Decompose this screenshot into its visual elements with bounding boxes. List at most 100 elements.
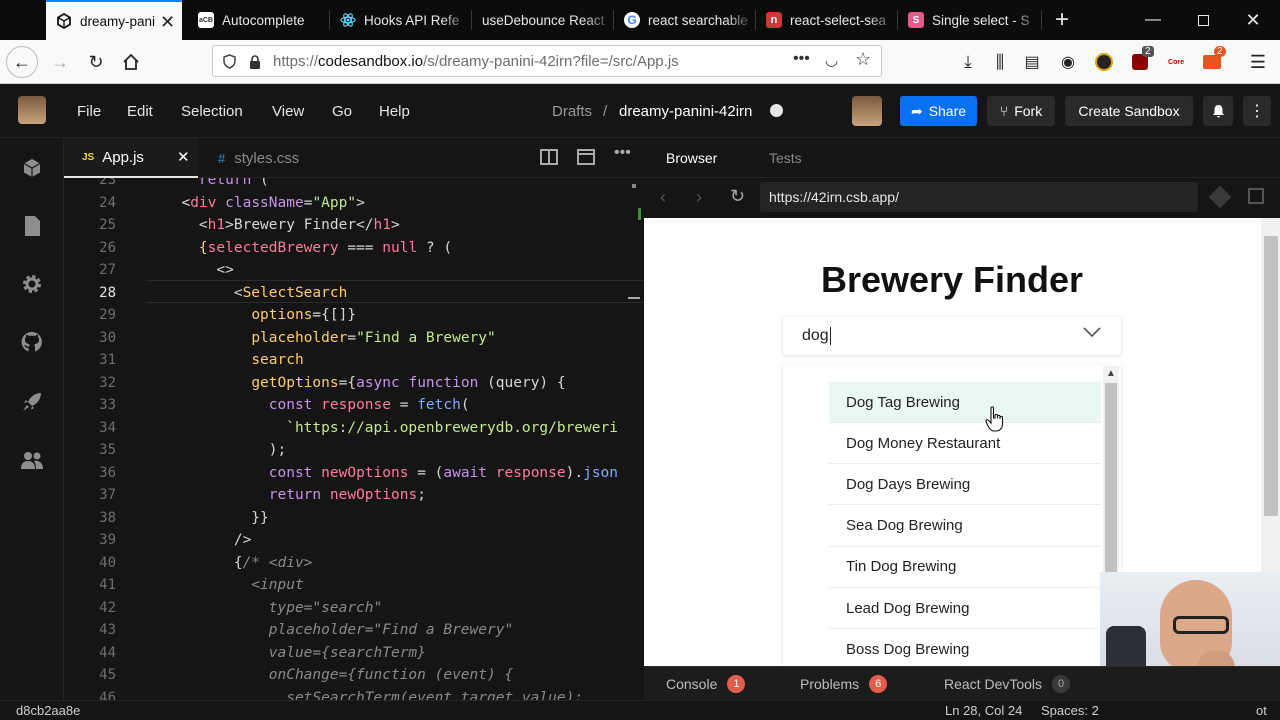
line-number: 37: [99, 487, 116, 503]
diff-marker: [638, 208, 641, 220]
code-line-41: <input: [164, 577, 304, 593]
menu-view[interactable]: View: [272, 84, 304, 138]
ublock-icon[interactable]: 2: [1124, 46, 1156, 78]
brewery-search-input[interactable]: dog: [783, 317, 1121, 355]
users-icon[interactable]: [16, 444, 48, 476]
account-icon[interactable]: ◉: [1052, 46, 1084, 78]
line-number: 28: [99, 284, 116, 301]
brewery-option[interactable]: Tin Dog Brewing: [829, 547, 1101, 588]
more-actions-icon[interactable]: •••: [614, 144, 631, 162]
menu-help[interactable]: Help: [379, 84, 410, 138]
maximize-icon[interactable]: [1180, 0, 1226, 40]
scroll-thumb[interactable]: [1105, 383, 1117, 596]
menu-go[interactable]: Go: [332, 84, 352, 138]
shield-icon[interactable]: [221, 53, 237, 69]
share-button[interactable]: ➦ Share: [900, 96, 977, 126]
minimize-icon[interactable]: —: [1130, 0, 1176, 40]
preview-address-bar[interactable]: https://42irn.csb.app/: [760, 182, 1198, 212]
tab-tests[interactable]: Tests: [769, 138, 802, 178]
codesandbox-devtools-icon[interactable]: [1208, 185, 1232, 209]
brewery-option[interactable]: Dog Money Restaurant: [829, 423, 1101, 465]
code-line-23: return (: [198, 178, 269, 188]
download-icon[interactable]: ⤓: [952, 46, 984, 78]
notification-bell-icon[interactable]: [1203, 96, 1233, 126]
menu-file[interactable]: File: [77, 84, 101, 138]
open-new-window-icon[interactable]: [1248, 188, 1264, 204]
text-cursor: [829, 327, 831, 345]
split-editor-icon[interactable]: [540, 149, 558, 165]
home-icon[interactable]: [115, 46, 147, 78]
sandbox-name[interactable]: dreamy-panini-42irn: [619, 84, 752, 138]
indentation[interactable]: Spaces: 2: [1041, 703, 1099, 718]
browser-tab-usedebounce[interactable]: useDebounce React: [472, 0, 614, 40]
code-line-30: placeholder="Find a Brewery": [251, 329, 496, 346]
brewery-option[interactable]: Sea Dog Brewing: [829, 506, 1101, 547]
problems-tab[interactable]: Problems 6: [800, 667, 888, 701]
github-icon[interactable]: [16, 326, 48, 358]
breadcrumb-drafts[interactable]: Drafts: [552, 84, 592, 138]
core-ext-icon[interactable]: Core: [1160, 46, 1192, 78]
file-icon[interactable]: [16, 210, 48, 242]
owner-avatar[interactable]: [852, 96, 882, 126]
pocket-icon[interactable]: ◡: [825, 51, 838, 69]
bookmark-star-icon[interactable]: ☆: [855, 49, 871, 70]
close-tab-icon[interactable]: ✕: [160, 12, 175, 33]
console-tab[interactable]: Console 1: [666, 667, 746, 701]
cube-icon[interactable]: [16, 152, 48, 184]
browser-tab-single-select[interactable]: S Single select - S: [898, 0, 1042, 40]
more-options-icon[interactable]: ⋮: [1243, 96, 1271, 126]
menu-selection[interactable]: Selection: [181, 84, 243, 138]
brewery-option[interactable]: Dog Days Brewing: [829, 464, 1101, 506]
cursor-position[interactable]: Ln 28, Col 24: [945, 703, 1022, 718]
more-icon[interactable]: •••: [793, 50, 810, 68]
preview-back-icon[interactable]: ‹: [660, 187, 666, 208]
fork-button[interactable]: ⑂ Fork: [987, 96, 1055, 126]
close-window-icon[interactable]: ✕: [1230, 0, 1276, 40]
code-line-38: }}: [164, 509, 269, 526]
new-tab-icon[interactable]: +: [1039, 0, 1085, 40]
gear-icon[interactable]: [16, 268, 48, 300]
code-editor[interactable]: 23 24 25 26 27 28 29 30 31 32 33 34 35 36 37 38 39 40 41 42…: [64, 178, 644, 700]
browser-tab-hooks[interactable]: Hooks API Refe: [330, 0, 472, 40]
line-number: 34: [99, 419, 116, 436]
brewery-option[interactable]: Lead Dog Brewing: [829, 588, 1101, 629]
create-sandbox-button[interactable]: Create Sandbox: [1065, 96, 1193, 126]
browser-tab-autocomplete[interactable]: aCB Autocomplete: [188, 0, 330, 40]
brewery-option[interactable]: Boss Dog Brewing: [829, 629, 1101, 666]
reload-icon[interactable]: ↻: [80, 46, 112, 78]
preview-icon[interactable]: [577, 149, 595, 165]
scroll-up-icon[interactable]: ▲: [1106, 368, 1116, 379]
brewery-option[interactable]: Dog Tag Brewing: [829, 382, 1101, 423]
line-number: 46: [99, 689, 116, 701]
menu-edit[interactable]: Edit: [127, 84, 153, 138]
menu-icon[interactable]: ☰: [1242, 46, 1274, 78]
line-number: 31: [99, 352, 116, 368]
user-avatar[interactable]: [18, 96, 46, 124]
forward-icon[interactable]: →: [44, 46, 76, 78]
browser-tab-strip: dreamy-pani ✕ aCB Autocomplete Hooks API…: [0, 0, 1280, 40]
code-line-37: return newOptions;: [268, 487, 426, 503]
preview-scroll-thumb[interactable]: [1264, 236, 1278, 516]
url-bar[interactable]: https://codesandbox.io/s/dreamy-panini-4…: [212, 45, 882, 77]
ext-badge: 2: [1214, 46, 1226, 57]
back-icon[interactable]: ←: [6, 46, 38, 78]
extension-icon[interactable]: [1088, 46, 1120, 78]
tab-browser[interactable]: Browser: [666, 138, 717, 178]
close-tab-icon[interactable]: ✕: [177, 148, 190, 166]
rocket-icon[interactable]: [16, 386, 48, 418]
js-file-icon: JS: [82, 151, 95, 163]
browser-tab-google[interactable]: G react searchable: [614, 0, 756, 40]
react-devtools-tab[interactable]: React DevTools 0: [944, 667, 1071, 701]
preview-reload-icon[interactable]: ↻: [730, 186, 745, 207]
tab-app-js[interactable]: JS App.js ✕: [64, 138, 198, 178]
fork-icon: ⑂: [999, 103, 1009, 119]
sidebar-icon[interactable]: ▤: [1016, 46, 1048, 78]
chevron-down-icon[interactable]: [1083, 325, 1101, 343]
library-icon[interactable]: ⫼: [984, 46, 1016, 78]
mail-ext-icon[interactable]: 2: [1196, 46, 1228, 78]
browser-tab-codesandbox[interactable]: dreamy-pani ✕: [46, 0, 182, 40]
browser-tab-npm[interactable]: n react-select-sea: [756, 0, 898, 40]
tab-styles-css[interactable]: # styles.css: [198, 138, 334, 178]
code-line-46: setSearchTerm(event.target.value);: [164, 689, 584, 701]
preview-forward-icon[interactable]: ›: [696, 187, 702, 208]
